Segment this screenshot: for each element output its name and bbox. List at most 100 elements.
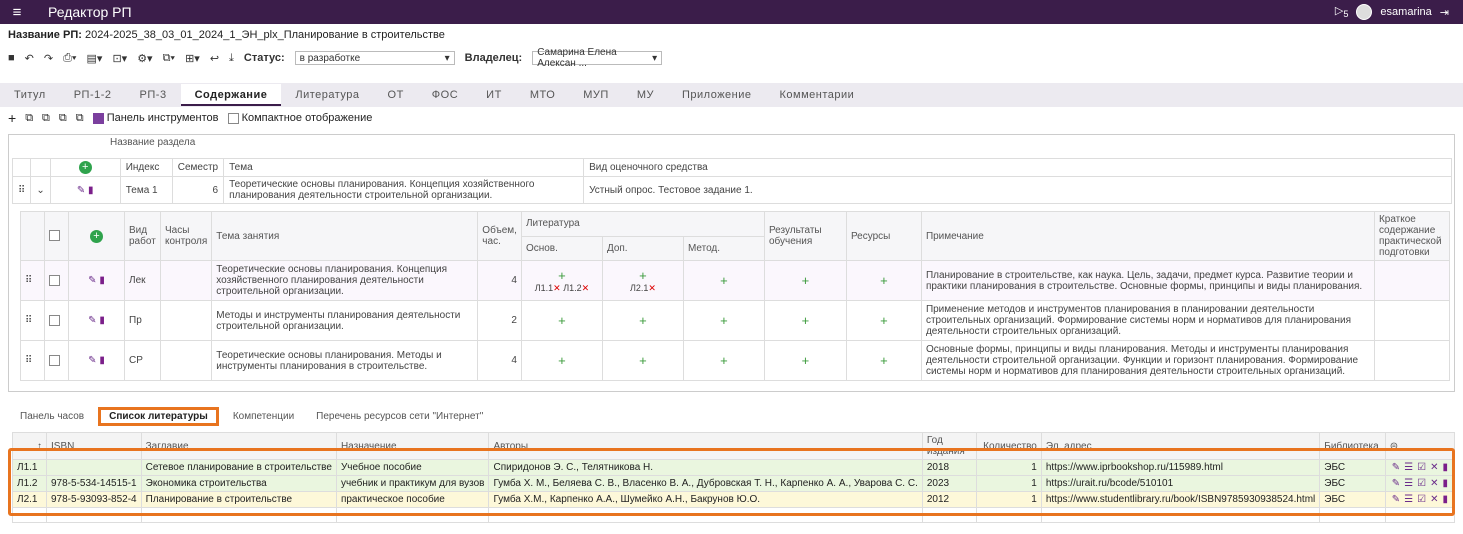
add-icon[interactable]: + — [558, 313, 566, 328]
drag-handle-icon[interactable]: ⠿ — [20, 340, 45, 381]
chevron-down-icon[interactable]: ⌄ — [30, 176, 51, 204]
save-icon[interactable]: ■ — [8, 52, 15, 64]
toolbar-toggle[interactable]: Панель инструментов — [92, 112, 219, 124]
add-icon[interactable]: + — [8, 110, 16, 126]
return-icon[interactable]: ↩ — [210, 52, 219, 65]
add-icon[interactable]: + — [558, 353, 566, 368]
add-theme-icon[interactable]: + — [78, 161, 92, 174]
compact-toggle[interactable]: Компактное отображение — [227, 112, 372, 124]
status-label: Статус: — [243, 52, 285, 64]
add-icon[interactable]: + — [720, 313, 728, 328]
tab-literature[interactable]: Литература — [281, 84, 373, 106]
add-icon[interactable]: + — [639, 313, 647, 328]
tab-comments[interactable]: Комментарии — [766, 84, 869, 106]
stamp-icon[interactable]: ⊞▾ — [185, 52, 200, 65]
copy-icon[interactable]: ⧉ — [42, 112, 50, 125]
edit-icon[interactable]: ✎ — [88, 275, 96, 286]
edit-icon[interactable]: ✎ — [88, 355, 96, 366]
remove-icon[interactable]: ✕ — [648, 283, 656, 293]
tab-literature-list[interactable]: Список литературы — [98, 407, 219, 426]
lesson-type: СР — [124, 340, 161, 381]
row-actions: ✎ ▮ — [49, 176, 121, 204]
redo-icon[interactable]: ↷ — [44, 52, 53, 65]
add-lesson-icon[interactable]: + — [90, 229, 103, 243]
add-icon[interactable]: + — [607, 268, 679, 283]
row-checkbox[interactable] — [49, 314, 60, 326]
tab-rp-3[interactable]: РП-3 — [126, 84, 181, 106]
summary-cell — [1373, 340, 1451, 381]
export-icon[interactable]: ▤▾ — [87, 52, 103, 65]
lesson-topic: Методы и инструменты планирования деятел… — [211, 300, 479, 341]
tab-internet-resources[interactable]: Перечень ресурсов сети "Интернет" — [306, 408, 493, 425]
tab-content[interactable]: Содержание — [180, 84, 282, 106]
logout-icon[interactable]: ⇥ — [1440, 6, 1449, 19]
table-header-row: + Индекс Семестр Тема Вид оценочного сре… — [11, 158, 1452, 177]
header-cell: + — [49, 158, 121, 177]
settings-icon[interactable]: ⚙▾ — [137, 52, 152, 65]
meth-lit-cell: + — [682, 300, 765, 341]
main-tabs: Титул РП-1-2 РП-3 Содержание Литература … — [0, 84, 868, 106]
meth-lit-cell: + — [682, 340, 765, 381]
add-icon[interactable]: + — [526, 268, 598, 283]
status-select[interactable]: в разработке ▾ — [294, 51, 455, 65]
row-checkbox[interactable] — [49, 354, 60, 366]
avatar[interactable] — [1356, 4, 1373, 20]
add-icon[interactable]: + — [802, 313, 810, 328]
add-icon[interactable]: + — [802, 273, 810, 288]
select-all-checkbox[interactable] — [49, 230, 60, 242]
lesson-type: Пр — [124, 300, 161, 341]
main-lit-cell: + Л1.1✕ Л1.2✕ — [520, 260, 603, 301]
add-lit-cell: + — [601, 340, 684, 381]
tab-competencies[interactable]: Компетенции — [223, 408, 304, 425]
add-icon[interactable]: + — [880, 273, 888, 288]
edit-icon[interactable]: ✎ — [88, 315, 96, 326]
owner-label: Владелец: — [464, 52, 523, 64]
highlight-frame — [8, 448, 1455, 516]
copy-icon[interactable]: ⧉ — [76, 112, 84, 125]
tab-hours-panel[interactable]: Панель часов — [10, 408, 94, 425]
header-cell — [20, 211, 45, 261]
tab-mu[interactable]: МУ — [623, 84, 668, 106]
remove-icon[interactable]: ✕ — [582, 283, 590, 293]
table-header-row: + Вид работ Часы контроля Тема занятия О… — [20, 211, 1451, 261]
edit-icon[interactable]: ✎ — [77, 185, 85, 196]
row-checkbox[interactable] — [49, 274, 60, 286]
download-icon[interactable]: ⤓ — [229, 52, 234, 65]
menu-icon[interactable]: ≡ — [6, 4, 28, 21]
add-icon[interactable]: + — [639, 353, 647, 368]
tab-it[interactable]: ИТ — [472, 84, 516, 106]
drag-handle-icon[interactable]: ⠿ — [11, 176, 32, 204]
add-icon[interactable]: + — [802, 353, 810, 368]
document-icon[interactable]: ⧉▾ — [163, 52, 175, 65]
user-name[interactable]: esamarina — [1380, 6, 1431, 18]
undo-icon[interactable]: ↶ — [25, 52, 34, 65]
add-icon[interactable]: + — [720, 273, 728, 288]
tab-mto[interactable]: МТО — [516, 84, 569, 106]
drag-handle-icon[interactable]: ⠿ — [20, 300, 45, 341]
delete-icon[interactable]: ▮ — [99, 275, 105, 286]
tab-rp-1-2[interactable]: РП-1-2 — [60, 84, 126, 106]
drag-handle-icon[interactable]: ⠿ — [20, 260, 45, 301]
owner-select[interactable]: Самарина Елена Алексан ... ▾ — [532, 47, 663, 69]
add-icon[interactable]: + — [880, 313, 888, 328]
add-lit-header: Доп. — [601, 235, 684, 261]
tab-fos[interactable]: ФОС — [418, 84, 472, 106]
print-icon[interactable]: ⎙▾ — [63, 52, 76, 65]
tab-titul[interactable]: Титул — [0, 84, 60, 106]
tab-appendix[interactable]: Приложение — [668, 84, 766, 106]
tab-ot[interactable]: ОТ — [374, 84, 418, 106]
add-icon[interactable]: + — [880, 353, 888, 368]
copy-icon[interactable]: ⧉ — [25, 112, 33, 125]
tab-mup[interactable]: МУП — [569, 84, 623, 106]
copy-icon[interactable]: ⧉ — [59, 112, 67, 125]
notifications-icon[interactable]: ▷5 — [1335, 4, 1349, 19]
main-lit-cell: + — [520, 340, 603, 381]
add-icon[interactable]: + — [720, 353, 728, 368]
delete-icon[interactable]: ▮ — [88, 185, 94, 196]
remove-icon[interactable]: ✕ — [553, 283, 561, 293]
lesson-topic: Теоретические основы планирования. Метод… — [211, 340, 479, 381]
delete-icon[interactable]: ▮ — [99, 355, 105, 366]
delete-icon[interactable]: ▮ — [99, 315, 105, 326]
lesson-note: Основные формы, принципы и виды планиров… — [920, 340, 1375, 381]
pdf-icon[interactable]: ⊡▾ — [112, 52, 127, 65]
